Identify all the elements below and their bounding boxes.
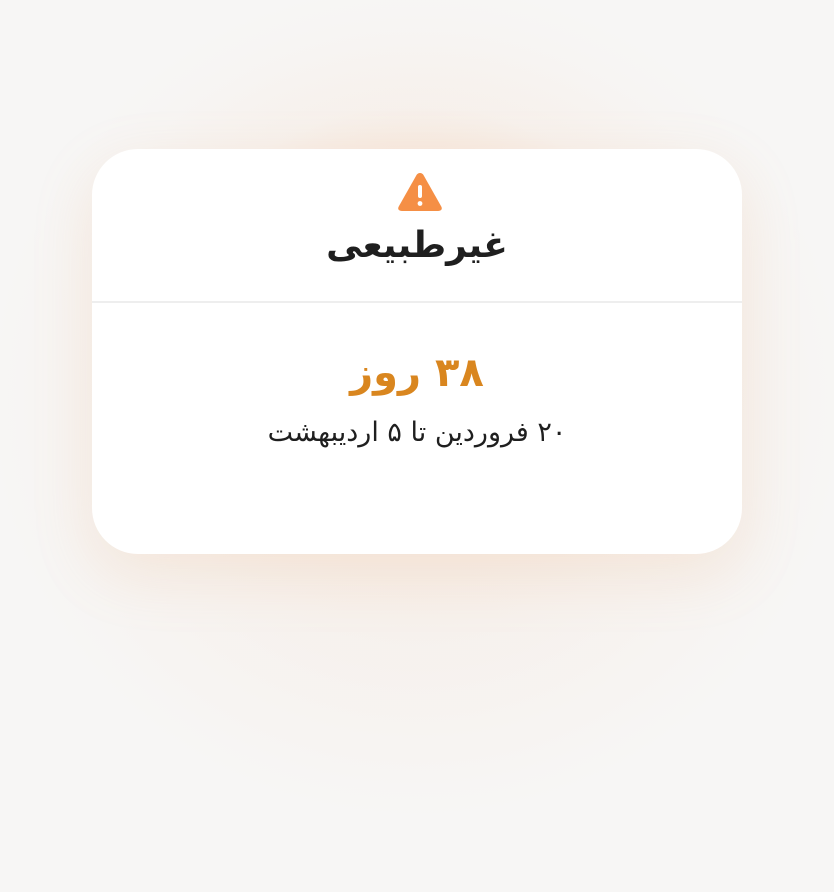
- cycle-duration: ۳۸ روز: [350, 350, 484, 396]
- cycle-date-range: ۲۰ فروردین تا ۵ اردیبهشت: [267, 417, 567, 448]
- card-header: غیرطبیعی: [92, 149, 742, 303]
- cycle-status-card: غیرطبیعی ۳۸ روز ۲۰ فروردین تا ۵ اردیبهشت: [92, 149, 742, 554]
- warning-triangle-icon: [398, 173, 442, 211]
- status-title: غیرطبیعی: [326, 225, 508, 266]
